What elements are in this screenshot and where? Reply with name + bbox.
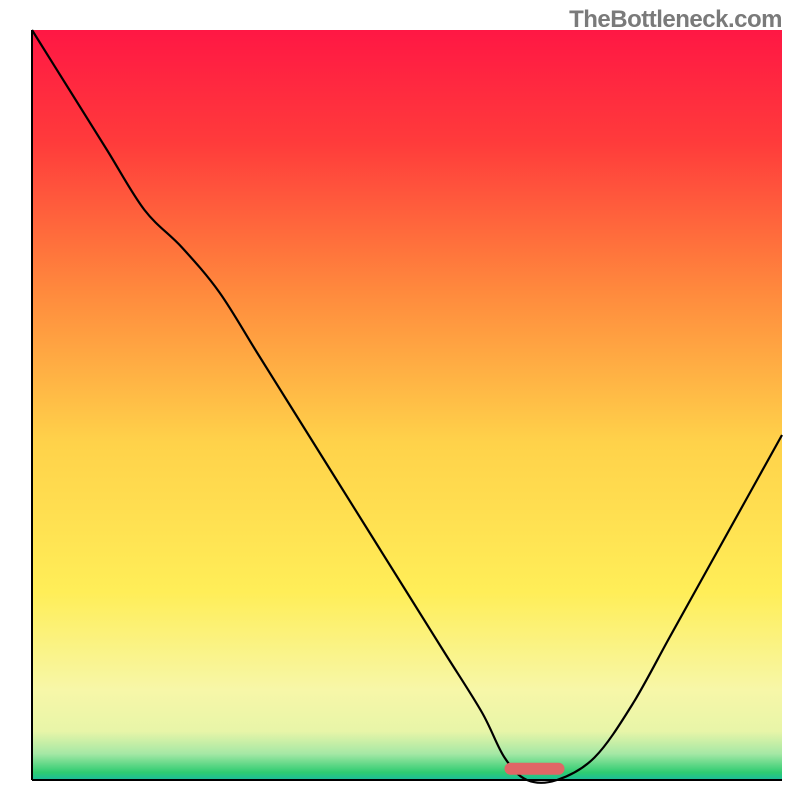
optimal-zone-marker <box>505 763 565 775</box>
watermark-text: TheBottleneck.com <box>569 6 782 34</box>
gradient-background <box>32 30 782 780</box>
chart-canvas <box>0 0 800 800</box>
bottleneck-chart: TheBottleneck.com <box>0 0 800 800</box>
